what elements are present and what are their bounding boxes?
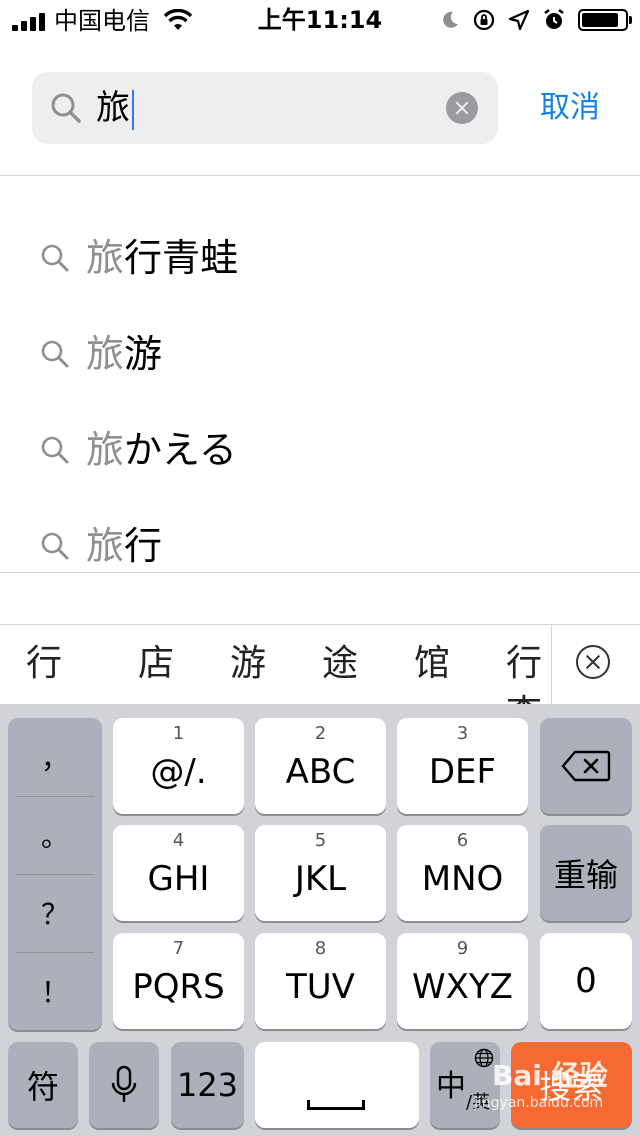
suggestion-rest: 行 bbox=[124, 524, 163, 568]
suggestion-item[interactable]: 旅游 bbox=[40, 306, 162, 402]
punct-exclaim-key[interactable]: ！ bbox=[8, 952, 102, 1030]
key-9[interactable]: 9 WXYZ bbox=[397, 933, 528, 1029]
suggestion-list: 旅行青蛙 旅游 旅かえる 旅行 bbox=[0, 176, 640, 572]
close-candidates-icon[interactable] bbox=[576, 645, 610, 679]
punct-question-key[interactable]: ？ bbox=[8, 874, 102, 952]
symbols-label: 符 bbox=[26, 1068, 59, 1106]
candidate-word[interactable]: 游 bbox=[230, 639, 266, 689]
reinput-label: 重输 bbox=[553, 856, 618, 894]
clear-icon[interactable] bbox=[446, 92, 478, 124]
key-4[interactable]: 4 GHI bbox=[113, 825, 244, 921]
search-icon bbox=[40, 531, 70, 561]
punctuation-column[interactable]: ， 。 ？ ！ bbox=[8, 718, 102, 1030]
search-icon bbox=[50, 92, 82, 128]
space-bar[interactable] bbox=[255, 1042, 419, 1128]
candidate-word[interactable]: 馆 bbox=[414, 639, 450, 689]
space-icon bbox=[307, 1100, 365, 1110]
language-switch-button[interactable]: 中 /英 bbox=[430, 1042, 500, 1128]
key-number: 9 bbox=[456, 938, 469, 959]
microphone-icon bbox=[89, 1042, 159, 1128]
key-label: PQRS bbox=[132, 967, 225, 1007]
search-input[interactable]: 旅 bbox=[96, 84, 134, 132]
key-label: DEF bbox=[428, 752, 497, 792]
key-3[interactable]: 3 DEF bbox=[397, 718, 528, 814]
search-field[interactable]: 旅 bbox=[32, 72, 498, 144]
status-bar: 中国电信 上午11:14 bbox=[0, 0, 640, 40]
key-label: WXYZ bbox=[412, 967, 513, 1007]
candidate-word[interactable]: 途 bbox=[322, 639, 358, 689]
key-6[interactable]: 6 MNO bbox=[397, 825, 528, 921]
key-number: 8 bbox=[314, 938, 327, 959]
punct-comma-key[interactable]: ， bbox=[8, 718, 102, 796]
search-icon bbox=[40, 435, 70, 465]
key-0[interactable]: 0 bbox=[540, 933, 632, 1029]
suggestion-item[interactable]: 旅行 bbox=[40, 498, 162, 572]
key-number: 4 bbox=[172, 830, 185, 851]
key-label: ABC bbox=[285, 752, 356, 792]
rotation-lock-icon bbox=[472, 8, 496, 32]
key-5[interactable]: 5 JKL bbox=[255, 825, 386, 921]
do-not-disturb-moon-icon bbox=[440, 10, 460, 30]
cancel-button[interactable]: 取消 bbox=[540, 86, 600, 130]
key-number: 6 bbox=[456, 830, 469, 851]
search-icon bbox=[40, 243, 70, 273]
status-icons bbox=[440, 8, 632, 32]
key-1[interactable]: 1 @/. bbox=[113, 718, 244, 814]
candidate-word[interactable]: 行李 bbox=[506, 639, 552, 705]
key-label: 0 bbox=[575, 961, 597, 1001]
language-main-label: 中 bbox=[436, 1069, 466, 1104]
suggestion-rest: 游 bbox=[124, 332, 163, 376]
key-label: @/. bbox=[150, 752, 207, 792]
candidate-word[interactable]: 店 bbox=[138, 639, 174, 689]
reinput-button[interactable]: 重输 bbox=[540, 825, 632, 921]
numbers-label: 123 bbox=[176, 1066, 239, 1104]
suggestion-match: 旅 bbox=[86, 332, 125, 376]
key-8[interactable]: 8 TUV bbox=[255, 933, 386, 1029]
text-caret bbox=[132, 89, 134, 130]
candidate-list: 行 店 游 途 馆 行李 bbox=[0, 625, 552, 705]
suggestion-match: 旅 bbox=[86, 236, 125, 280]
backspace-icon bbox=[540, 718, 632, 814]
microphone-button[interactable] bbox=[89, 1042, 159, 1128]
key-number: 2 bbox=[314, 723, 327, 744]
globe-icon bbox=[474, 1048, 494, 1072]
candidate-bar: 行 店 游 途 馆 行李 bbox=[0, 624, 640, 705]
alarm-clock-icon bbox=[542, 8, 566, 32]
suggestion-match: 旅 bbox=[86, 524, 125, 568]
suggestion-item[interactable]: 旅かえる bbox=[40, 402, 237, 498]
key-label: GHI bbox=[147, 859, 210, 899]
candidate-divider bbox=[551, 625, 552, 705]
key-7[interactable]: 7 PQRS bbox=[113, 933, 244, 1029]
backspace-button[interactable] bbox=[540, 718, 632, 814]
key-number: 7 bbox=[172, 938, 185, 959]
suggestion-match: 旅 bbox=[86, 428, 125, 472]
suggestions-divider bbox=[0, 572, 640, 573]
battery-icon bbox=[578, 9, 632, 31]
key-number: 1 bbox=[172, 723, 185, 744]
location-arrow-icon bbox=[508, 9, 530, 31]
suggestion-rest: かえる bbox=[124, 428, 237, 472]
key-number: 3 bbox=[456, 723, 469, 744]
key-number: 5 bbox=[314, 830, 327, 851]
key-label: TUV bbox=[286, 967, 355, 1007]
search-query-text: 旅 bbox=[96, 88, 130, 128]
numbers-button[interactable]: 123 bbox=[171, 1042, 244, 1128]
search-icon bbox=[40, 339, 70, 369]
symbols-button[interactable]: 符 bbox=[8, 1042, 78, 1128]
key-label: JKL bbox=[294, 859, 347, 899]
suggestion-item[interactable]: 旅行青蛙 bbox=[40, 210, 238, 306]
candidate-word[interactable]: 行 bbox=[26, 639, 62, 689]
key-label: MNO bbox=[421, 859, 504, 899]
watermark-logo: Bai 经验 bbox=[492, 1059, 608, 1092]
watermark-url: jingyan.baidu.com bbox=[474, 1095, 604, 1111]
punct-period-key[interactable]: 。 bbox=[8, 796, 102, 874]
key-2[interactable]: 2 ABC bbox=[255, 718, 386, 814]
suggestion-rest: 行青蛙 bbox=[124, 236, 239, 280]
